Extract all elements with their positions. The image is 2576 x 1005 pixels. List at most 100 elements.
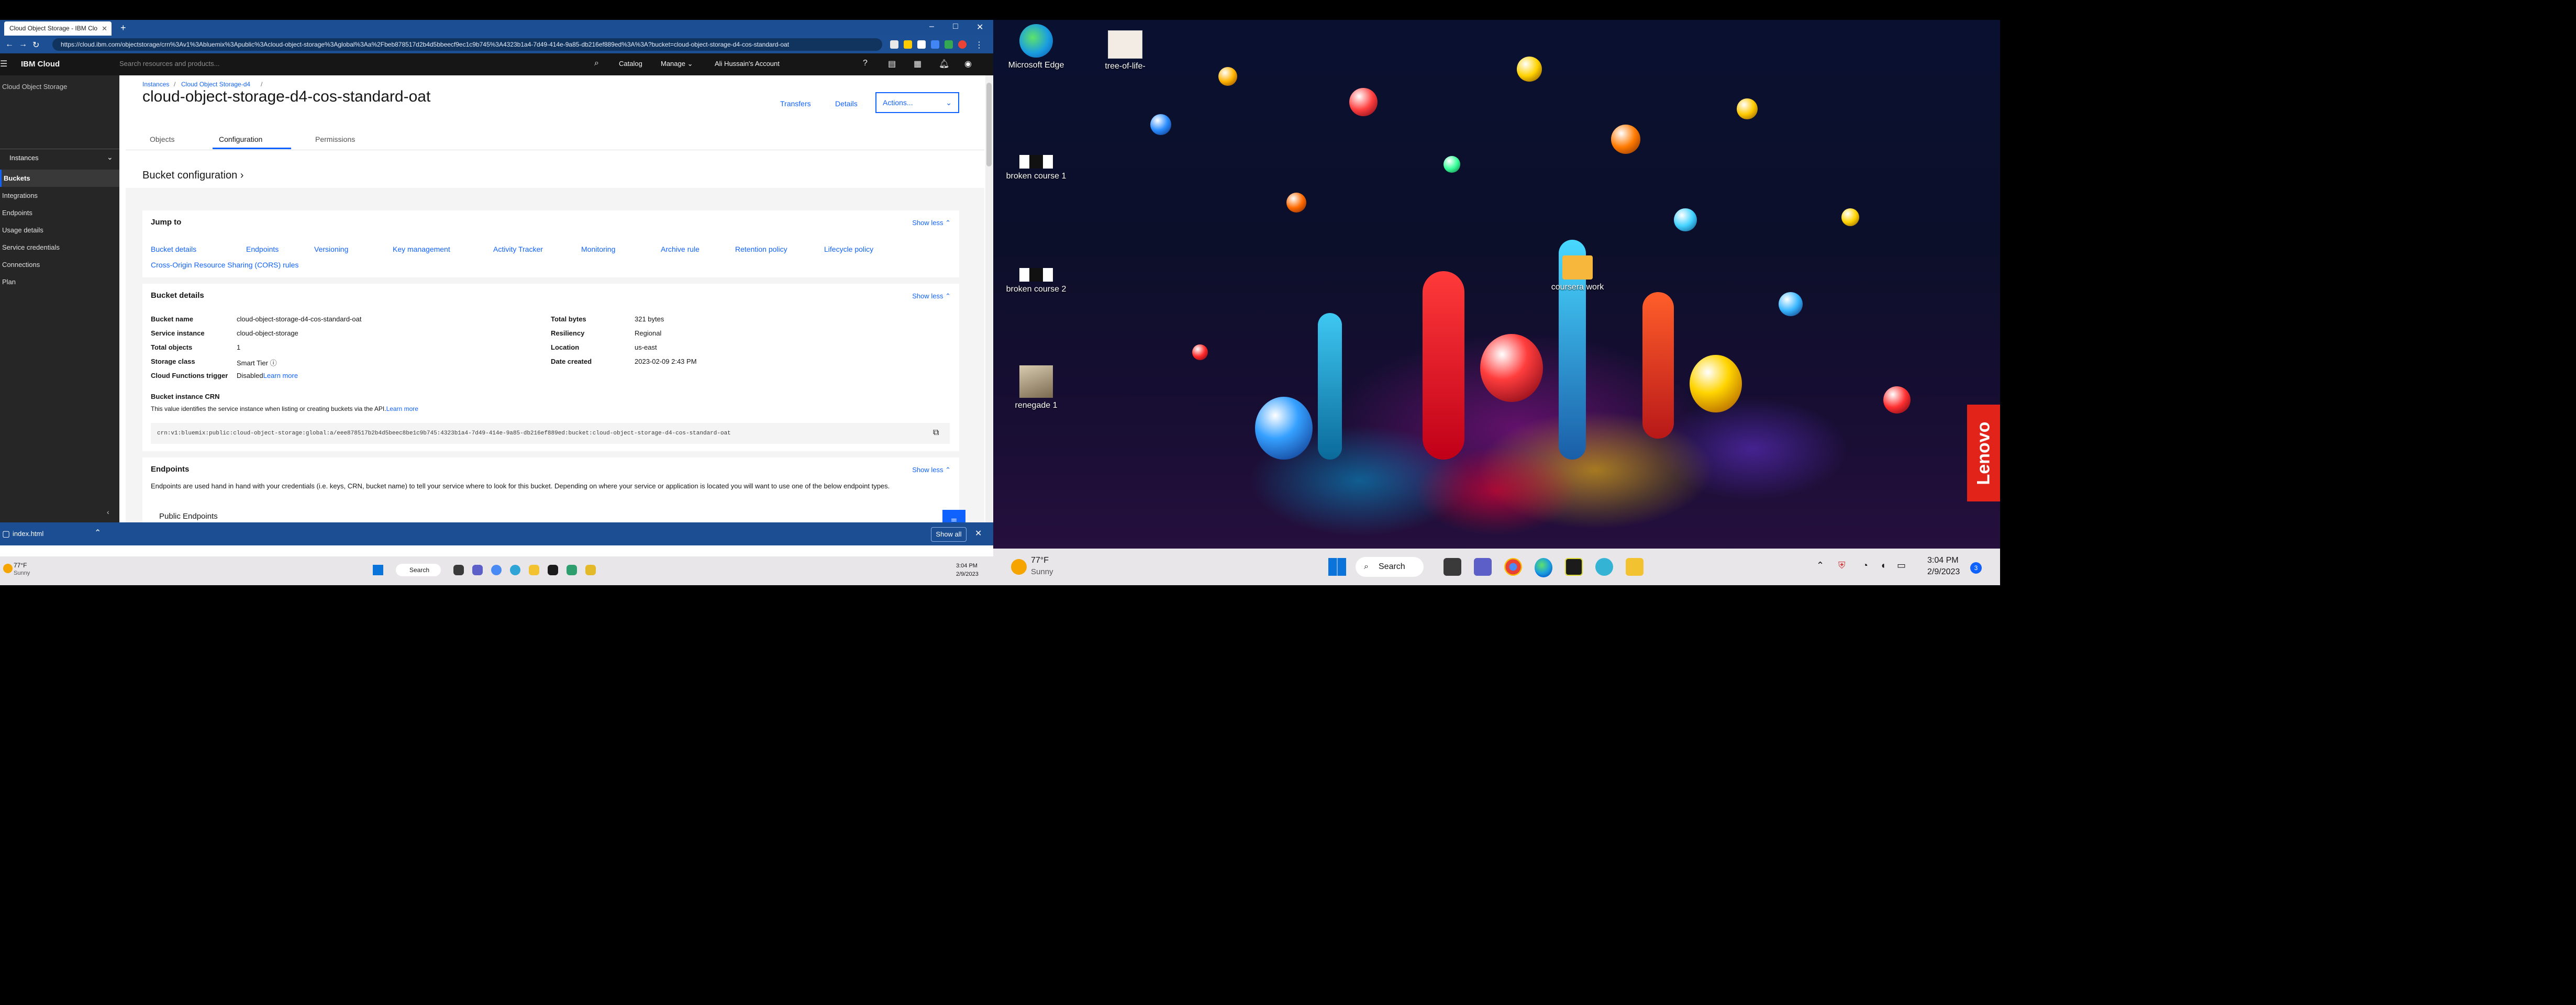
collapse-sidebar-icon[interactable]: ‹ [107, 508, 109, 516]
sidebar-item-buckets[interactable]: Buckets [0, 170, 119, 187]
jump-link-lifecycle-policy[interactable]: Lifecycle policy [824, 245, 873, 253]
learn-more-link[interactable]: Learn more [263, 372, 298, 379]
catalog-link[interactable]: Catalog [619, 60, 642, 68]
jump-link-bucket-details[interactable]: Bucket details [151, 245, 196, 253]
wifi-icon[interactable]: ◔ [1862, 560, 1868, 571]
taskbar-search[interactable]: ⌕ Search [1356, 557, 1424, 577]
desktop-icon-broken-course-2[interactable]: broken course 2 [1005, 268, 1068, 294]
notification-badge[interactable]: 3 [1970, 562, 1982, 574]
scrollbar-thumb[interactable] [986, 83, 992, 166]
transfers-link[interactable]: Transfers [780, 99, 811, 108]
taskbar-search[interactable]: Search [396, 564, 441, 576]
global-search-input[interactable]: Search resources and products... [119, 60, 220, 68]
sidebar-item-endpoints[interactable]: Endpoints [0, 204, 119, 221]
breadcrumb-instance[interactable]: Cloud Object Storage-d4 [181, 81, 250, 88]
tab-configuration[interactable]: Configuration [213, 135, 291, 149]
search-icon[interactable]: ⌕ [594, 59, 599, 68]
profile-avatar[interactable] [958, 40, 967, 49]
edge-icon[interactable] [1535, 558, 1552, 577]
address-bar[interactable]: https://cloud.ibm.com/objectstorage/crn%… [52, 38, 882, 51]
jump-link-activity-tracker[interactable]: Activity Tracker [493, 245, 543, 253]
extension-icon[interactable] [904, 40, 912, 49]
info-icon[interactable]: ⓘ [270, 359, 277, 367]
weather-temp[interactable]: 77°F [1031, 556, 1049, 565]
download-file-name[interactable]: index.html [13, 530, 43, 538]
sidebar-item-usage-details[interactable]: Usage details [0, 221, 119, 239]
jump-link-cors-rules[interactable]: Cross-Origin Resource Sharing (CORS) rul… [151, 261, 298, 269]
copy-icon[interactable]: ⧉ [933, 428, 939, 438]
folder-icon[interactable] [585, 565, 596, 575]
taskbar-time[interactable]: 3:04 PM [956, 563, 978, 569]
windows-start-icon[interactable] [1328, 558, 1346, 576]
task-view-icon[interactable] [453, 565, 464, 575]
teams-icon[interactable] [472, 565, 483, 575]
forward-icon[interactable]: → [19, 40, 27, 49]
sidebar-item-integrations[interactable]: Integrations [0, 187, 119, 204]
extension-icon[interactable] [917, 40, 926, 49]
show-less-link[interactable]: Show less ⌃ [912, 219, 951, 227]
jump-link-monitoring[interactable]: Monitoring [581, 245, 615, 253]
windows-start-icon[interactable] [373, 565, 383, 575]
show-less-link[interactable]: Show less ⌃ [912, 292, 951, 300]
close-download-bar-icon[interactable]: ✕ [975, 528, 982, 539]
maximize-button[interactable]: □ [953, 22, 958, 31]
user-profile-icon[interactable]: ◉ [964, 59, 972, 69]
extension-icon[interactable] [931, 40, 939, 49]
desktop-icon-coursera-work[interactable]: coursera work [1546, 255, 1609, 292]
notifications-icon[interactable]: 🔔︎ [939, 59, 949, 69]
taskbar-date[interactable]: 2/9/2023 [1927, 567, 1960, 577]
browser-menu-icon[interactable]: ⋮ [975, 40, 983, 50]
file-explorer-icon[interactable] [529, 565, 539, 575]
jump-link-versioning[interactable]: Versioning [314, 245, 348, 253]
help-icon[interactable]: ? [863, 59, 868, 68]
jump-link-archive-rule[interactable]: Archive rule [661, 245, 699, 253]
file-explorer-icon[interactable] [1626, 558, 1644, 576]
taskbar-time[interactable]: 3:04 PM [1927, 556, 1959, 565]
desktop-icon-renegade-1[interactable]: renegade 1 [1005, 365, 1068, 410]
show-less-link[interactable]: Show less ⌃ [912, 466, 951, 474]
chevron-down-icon[interactable]: ⌄ [107, 153, 113, 162]
browser-tab[interactable]: Cloud Object Storage - IBM Clo ✕ [4, 21, 112, 36]
manage-menu[interactable]: Manage ⌄ [661, 60, 693, 68]
taskbar-date[interactable]: 2/9/2023 [956, 571, 979, 577]
tab-permissions[interactable]: Permissions [315, 135, 355, 148]
extension-icon[interactable] [890, 40, 898, 49]
chevron-right-icon[interactable]: › [240, 170, 244, 181]
crn-learn-more-link[interactable]: Learn more [386, 405, 418, 412]
weather-temp[interactable]: 77°F [14, 562, 27, 569]
sidebar-item-plan[interactable]: Plan [0, 273, 119, 291]
edge-icon[interactable] [510, 565, 520, 575]
chevron-up-icon[interactable]: ⌃ [94, 528, 101, 538]
sidebar-item-connections[interactable]: Connections [0, 256, 119, 273]
new-tab-button[interactable]: + [120, 23, 126, 34]
cost-estimator-icon[interactable]: ▤ [888, 59, 896, 69]
chevron-up-icon[interactable]: ⌃ [1816, 560, 1824, 571]
show-all-button[interactable]: Show all [931, 527, 967, 542]
battery-icon[interactable]: ▭ [1897, 560, 1906, 571]
chrome-icon[interactable] [491, 565, 502, 575]
jump-link-retention-policy[interactable]: Retention policy [735, 245, 787, 253]
account-switcher[interactable]: Ali Hussain's Account [715, 60, 780, 68]
desktop-icon-tree-of-life[interactable]: tree-of-life- [1094, 30, 1157, 71]
actions-dropdown[interactable]: Actions... ⌄ [875, 92, 959, 113]
breadcrumb-instances[interactable]: Instances [142, 81, 169, 88]
ibm-cloud-brand[interactable]: IBM Cloud [21, 60, 60, 69]
security-icon[interactable]: ⛨ [1838, 560, 1846, 571]
calendar-icon[interactable]: ▦ [914, 59, 921, 69]
teams-icon[interactable] [1474, 558, 1492, 576]
minimize-button[interactable]: – [929, 22, 934, 31]
terminal-icon[interactable] [1565, 558, 1583, 576]
close-window-button[interactable]: ✕ [976, 22, 983, 32]
reload-icon[interactable]: ↻ [32, 40, 39, 50]
tab-objects[interactable]: Objects [150, 135, 174, 148]
task-view-icon[interactable] [1444, 558, 1461, 576]
back-icon[interactable]: ← [5, 40, 14, 49]
app-icon[interactable] [1595, 558, 1613, 576]
app-icon[interactable] [567, 565, 577, 575]
tab-close-icon[interactable]: ✕ [102, 21, 107, 36]
details-link[interactable]: Details [835, 99, 858, 108]
sidebar-item-service-credentials[interactable]: Service credentials [0, 239, 119, 256]
crn-value-field[interactable]: crn:v1:bluemix:public:cloud-object-stora… [151, 423, 950, 444]
chrome-icon[interactable] [1504, 558, 1522, 576]
menu-icon[interactable]: ☰ [0, 59, 7, 69]
